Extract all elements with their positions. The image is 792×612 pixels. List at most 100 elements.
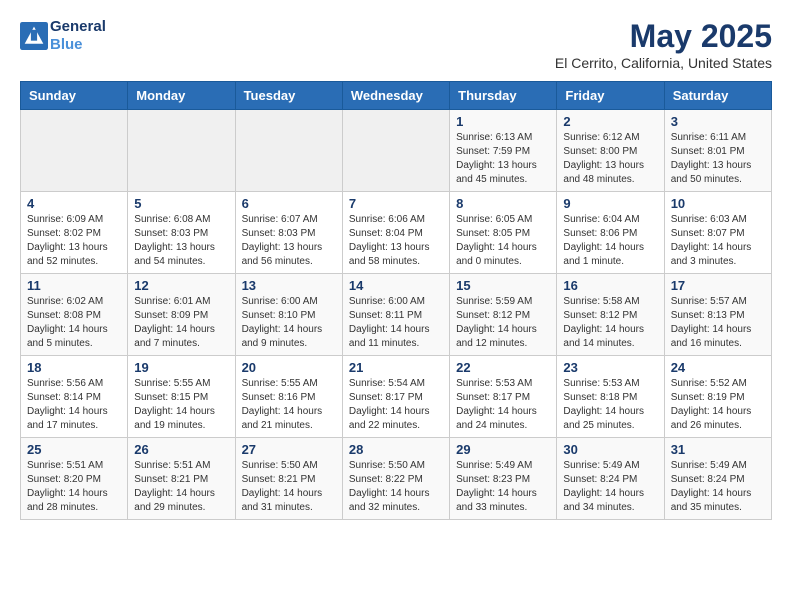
day-number: 7 (349, 196, 443, 211)
day-info: Sunrise: 5:51 AM Sunset: 8:21 PM Dayligh… (134, 459, 228, 515)
day-number: 14 (349, 278, 443, 293)
calendar-cell: 15 Sunrise: 5:59 AM Sunset: 8:12 PM Dayli… (450, 274, 557, 356)
logo-general: General (50, 18, 106, 36)
day-number: 26 (134, 442, 228, 457)
calendar-week-3: 11 Sunrise: 6:02 AM Sunset: 8:08 PM Dayli… (21, 274, 772, 356)
day-info: Sunrise: 6:05 AM Sunset: 8:05 PM Dayligh… (456, 213, 550, 269)
calendar-table: SundayMondayTuesdayWednesdayThursdayFrid… (20, 81, 772, 520)
day-number: 13 (242, 278, 336, 293)
calendar-cell: 5 Sunrise: 6:08 AM Sunset: 8:03 PM Daylig… (128, 192, 235, 274)
day-number: 31 (671, 442, 765, 457)
col-header-friday: Friday (557, 82, 664, 110)
day-number: 17 (671, 278, 765, 293)
calendar-cell: 3 Sunrise: 6:11 AM Sunset: 8:01 PM Daylig… (664, 110, 771, 192)
logo-icon (20, 22, 48, 50)
day-info: Sunrise: 5:55 AM Sunset: 8:16 PM Dayligh… (242, 377, 336, 433)
calendar-cell (342, 110, 449, 192)
day-info: Sunrise: 5:58 AM Sunset: 8:12 PM Dayligh… (563, 295, 657, 351)
day-number: 23 (563, 360, 657, 375)
day-info: Sunrise: 6:13 AM Sunset: 7:59 PM Dayligh… (456, 131, 550, 187)
calendar-cell: 13 Sunrise: 6:00 AM Sunset: 8:10 PM Dayli… (235, 274, 342, 356)
header: General Blue May 2025 El Cerrito, Califo… (20, 18, 772, 71)
calendar-cell: 2 Sunrise: 6:12 AM Sunset: 8:00 PM Daylig… (557, 110, 664, 192)
day-number: 12 (134, 278, 228, 293)
day-info: Sunrise: 5:50 AM Sunset: 8:21 PM Dayligh… (242, 459, 336, 515)
day-info: Sunrise: 6:07 AM Sunset: 8:03 PM Dayligh… (242, 213, 336, 269)
calendar-cell: 8 Sunrise: 6:05 AM Sunset: 8:05 PM Daylig… (450, 192, 557, 274)
day-number: 29 (456, 442, 550, 457)
col-header-wednesday: Wednesday (342, 82, 449, 110)
day-number: 25 (27, 442, 121, 457)
day-number: 11 (27, 278, 121, 293)
calendar-cell: 23Sunrise: 5:53 AM Sunset: 8:18 PM Dayli… (557, 356, 664, 438)
day-info: Sunrise: 5:56 AM Sunset: 8:14 PM Dayligh… (27, 377, 121, 433)
day-info: Sunrise: 5:51 AM Sunset: 8:20 PM Dayligh… (27, 459, 121, 515)
day-info: Sunrise: 5:49 AM Sunset: 8:23 PM Dayligh… (456, 459, 550, 515)
day-info: Sunrise: 6:03 AM Sunset: 8:07 PM Dayligh… (671, 213, 765, 269)
day-info: Sunrise: 6:02 AM Sunset: 8:08 PM Dayligh… (27, 295, 121, 351)
calendar-cell: 30Sunrise: 5:49 AM Sunset: 8:24 PM Dayli… (557, 438, 664, 520)
col-header-monday: Monday (128, 82, 235, 110)
calendar-week-5: 25 Sunrise: 5:51 AM Sunset: 8:20 PM Dayli… (21, 438, 772, 520)
day-number: 19 (134, 360, 228, 375)
day-number: 15 (456, 278, 550, 293)
calendar-cell (235, 110, 342, 192)
day-number: 3 (671, 114, 765, 129)
calendar-cell (21, 110, 128, 192)
calendar-cell: 25 Sunrise: 5:51 AM Sunset: 8:20 PM Dayli… (21, 438, 128, 520)
calendar-cell: 6Sunrise: 6:07 AM Sunset: 8:03 PM Daylig… (235, 192, 342, 274)
calendar-cell: 20 Sunrise: 5:55 AM Sunset: 8:16 PM Dayli… (235, 356, 342, 438)
calendar-cell: 16Sunrise: 5:58 AM Sunset: 8:12 PM Dayli… (557, 274, 664, 356)
calendar-cell (128, 110, 235, 192)
calendar-cell: 27 Sunrise: 5:50 AM Sunset: 8:21 PM Dayli… (235, 438, 342, 520)
day-number: 28 (349, 442, 443, 457)
day-number: 21 (349, 360, 443, 375)
day-number: 20 (242, 360, 336, 375)
day-number: 8 (456, 196, 550, 211)
calendar-cell: 14 Sunrise: 6:00 AM Sunset: 8:11 PM Dayli… (342, 274, 449, 356)
calendar-header-row: SundayMondayTuesdayWednesdayThursdayFrid… (21, 82, 772, 110)
location: El Cerrito, California, United States (555, 55, 772, 71)
day-info: Sunrise: 6:11 AM Sunset: 8:01 PM Dayligh… (671, 131, 765, 187)
day-info: Sunrise: 6:00 AM Sunset: 8:11 PM Dayligh… (349, 295, 443, 351)
day-info: Sunrise: 6:12 AM Sunset: 8:00 PM Dayligh… (563, 131, 657, 187)
calendar-cell: 1 Sunrise: 6:13 AM Sunset: 7:59 PM Daylig… (450, 110, 557, 192)
col-header-saturday: Saturday (664, 82, 771, 110)
calendar-week-1: 1 Sunrise: 6:13 AM Sunset: 7:59 PM Daylig… (21, 110, 772, 192)
calendar-cell: 28 Sunrise: 5:50 AM Sunset: 8:22 PM Dayli… (342, 438, 449, 520)
logo: General Blue (20, 18, 106, 54)
day-number: 22 (456, 360, 550, 375)
calendar-cell: 11 Sunrise: 6:02 AM Sunset: 8:08 PM Dayli… (21, 274, 128, 356)
calendar-cell: 22 Sunrise: 5:53 AM Sunset: 8:17 PM Dayli… (450, 356, 557, 438)
day-number: 10 (671, 196, 765, 211)
calendar-cell: 18 Sunrise: 5:56 AM Sunset: 8:14 PM Dayli… (21, 356, 128, 438)
logo-blue: Blue (50, 36, 106, 54)
page: General Blue May 2025 El Cerrito, Califo… (0, 0, 792, 538)
day-number: 1 (456, 114, 550, 129)
calendar-cell: 24 Sunrise: 5:52 AM Sunset: 8:19 PM Dayli… (664, 356, 771, 438)
day-number: 4 (27, 196, 121, 211)
calendar-cell: 12 Sunrise: 6:01 AM Sunset: 8:09 PM Dayli… (128, 274, 235, 356)
day-info: Sunrise: 5:59 AM Sunset: 8:12 PM Dayligh… (456, 295, 550, 351)
calendar-cell: 7Sunrise: 6:06 AM Sunset: 8:04 PM Daylig… (342, 192, 449, 274)
day-info: Sunrise: 6:01 AM Sunset: 8:09 PM Dayligh… (134, 295, 228, 351)
day-number: 2 (563, 114, 657, 129)
calendar-cell: 26 Sunrise: 5:51 AM Sunset: 8:21 PM Dayli… (128, 438, 235, 520)
day-info: Sunrise: 5:52 AM Sunset: 8:19 PM Dayligh… (671, 377, 765, 433)
day-number: 24 (671, 360, 765, 375)
day-info: Sunrise: 6:09 AM Sunset: 8:02 PM Dayligh… (27, 213, 121, 269)
day-number: 27 (242, 442, 336, 457)
calendar-cell: 29 Sunrise: 5:49 AM Sunset: 8:23 PM Dayli… (450, 438, 557, 520)
day-info: Sunrise: 5:50 AM Sunset: 8:22 PM Dayligh… (349, 459, 443, 515)
day-info: Sunrise: 5:57 AM Sunset: 8:13 PM Dayligh… (671, 295, 765, 351)
day-info: Sunrise: 6:00 AM Sunset: 8:10 PM Dayligh… (242, 295, 336, 351)
day-info: Sunrise: 5:53 AM Sunset: 8:17 PM Dayligh… (456, 377, 550, 433)
day-info: Sunrise: 6:08 AM Sunset: 8:03 PM Dayligh… (134, 213, 228, 269)
day-info: Sunrise: 6:04 AM Sunset: 8:06 PM Dayligh… (563, 213, 657, 269)
col-header-thursday: Thursday (450, 82, 557, 110)
calendar-cell: 19Sunrise: 5:55 AM Sunset: 8:15 PM Dayli… (128, 356, 235, 438)
day-number: 18 (27, 360, 121, 375)
day-number: 9 (563, 196, 657, 211)
calendar-cell: 4 Sunrise: 6:09 AM Sunset: 8:02 PM Daylig… (21, 192, 128, 274)
day-number: 5 (134, 196, 228, 211)
